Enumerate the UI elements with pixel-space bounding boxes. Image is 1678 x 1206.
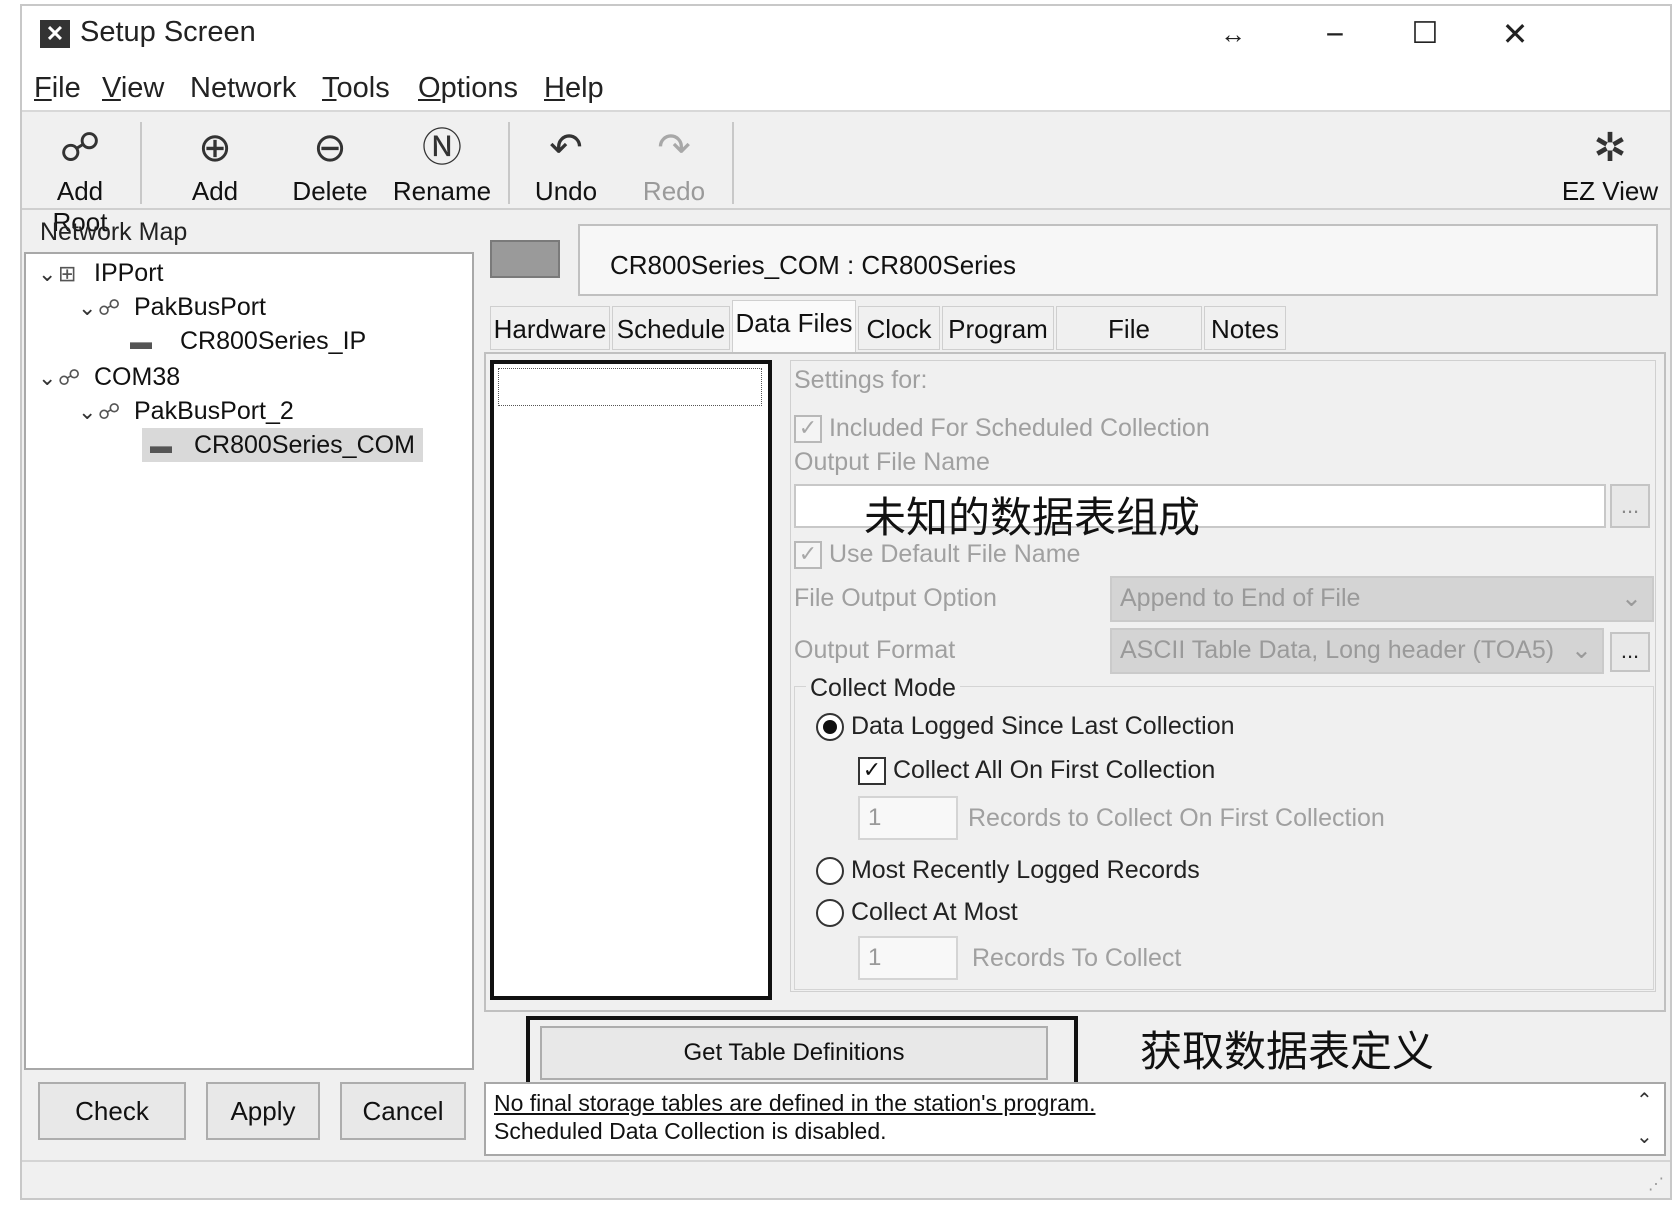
radio-most-recent-row[interactable]: Most Recently Logged Records (816, 856, 1200, 886)
radio-since-last-row[interactable]: Data Logged Since Last Collection (816, 712, 1235, 742)
status-bar (22, 1160, 1670, 1198)
output-file-name-label: Output File Name (794, 448, 990, 476)
use-default-checkbox-row[interactable]: ✓ Use Default File Name (794, 540, 1081, 570)
add-root-button[interactable]: ☍ Add Root (28, 118, 132, 237)
ez-view-button[interactable]: ✲ EZ View (1560, 118, 1660, 208)
apply-button[interactable]: Apply (206, 1082, 320, 1140)
toolbar-separator (508, 122, 510, 204)
com-port-icon: ☍ (58, 365, 81, 390)
chevron-down-icon[interactable]: ⌄ (38, 257, 58, 291)
resize-grip-icon[interactable]: ⋰ (1648, 1174, 1664, 1194)
resize-icon[interactable]: ↔ (1198, 10, 1268, 58)
annotation-unknown-tables: 未知的数据表组成 (864, 493, 1201, 542)
menu-help[interactable]: Help (544, 72, 604, 105)
delete-station-icon: ⊖ (313, 126, 347, 170)
status-line-2: Scheduled Data Collection is disabled. (494, 1118, 887, 1144)
data-table-list[interactable] (490, 360, 772, 1000)
menu-network[interactable]: Network (190, 72, 296, 105)
ez-view-icon: ✲ (1593, 126, 1627, 170)
rename-station-icon: Ⓝ (422, 126, 462, 170)
datalogger-icon: ▬ (150, 433, 172, 458)
output-file-browse-button[interactable]: ... (1610, 484, 1650, 528)
tab-notes[interactable]: Notes (1204, 306, 1286, 350)
tree-node-pakbusport-2[interactable]: ⌄☍ PakBusPort_2 (78, 394, 294, 428)
records-input[interactable]: 1 (858, 936, 958, 980)
delete-button[interactable]: ⊖ Delete (280, 118, 380, 208)
tab-file-retrieval[interactable]: File Retrieval (1056, 306, 1202, 388)
pakbus-port-icon: ☍ (98, 295, 121, 320)
settings-for-label: Settings for: (794, 366, 928, 394)
redo-icon: ↷ (657, 126, 691, 170)
add-button[interactable]: ⊕ Add (170, 118, 260, 208)
redo-button[interactable]: ↷ Redo (628, 118, 720, 208)
records-first-label: Records to Collect On First Collection (968, 804, 1385, 832)
toolbar-separator (140, 122, 142, 204)
menu-file[interactable]: File (34, 72, 81, 105)
collect-mode-label: Collect Mode (806, 674, 960, 703)
radio-most-recent[interactable] (816, 857, 844, 886)
chevron-down-icon: ⌄ (1571, 636, 1592, 664)
collect-all-first-row[interactable]: ✓ Collect All On First Collection (858, 756, 1215, 786)
records-label: Records To Collect (972, 944, 1182, 972)
radio-at-most[interactable] (816, 899, 844, 928)
ipport-icon: ⊞ (58, 261, 77, 286)
station-image (490, 240, 560, 278)
toolbar (22, 114, 1670, 210)
tree-node-com38[interactable]: ⌄☍ COM38 (38, 360, 180, 394)
menu-view[interactable]: View (102, 72, 164, 105)
undo-button[interactable]: ↶ Undo (520, 118, 612, 208)
minimize-button[interactable]: − (1300, 10, 1370, 58)
chevron-down-icon: ⌄ (1621, 584, 1642, 612)
scroll-up-icon[interactable]: ⌃ (1636, 1088, 1653, 1113)
tree-node-cr800-ip[interactable]: ▬ CR800Series_IP (130, 324, 366, 358)
rename-button[interactable]: Ⓝ Rename (386, 118, 498, 208)
cancel-button[interactable]: Cancel (340, 1082, 466, 1140)
list-focus-rect (498, 368, 762, 406)
output-format-options-button[interactable]: ... (1610, 632, 1650, 672)
maximize-button[interactable]: ☐ (1390, 10, 1460, 58)
use-default-label: Use Default File Name (828, 540, 1081, 568)
chevron-down-icon[interactable]: ⌄ (78, 291, 98, 325)
undo-icon: ↶ (549, 126, 583, 170)
use-default-checkbox[interactable]: ✓ (794, 541, 822, 570)
included-checkbox[interactable]: ✓ (794, 415, 822, 444)
tab-clock[interactable]: Clock (858, 306, 940, 350)
get-table-definitions-button[interactable]: Get Table Definitions (540, 1026, 1048, 1080)
tab-hardware[interactable]: Hardware (490, 306, 610, 350)
add-station-icon: ⊕ (198, 126, 232, 170)
file-output-option-select[interactable]: Append to End of File ⌄ (1110, 576, 1654, 622)
add-root-icon: ☍ (59, 126, 101, 170)
radio-at-most-row[interactable]: Collect At Most (816, 898, 1018, 928)
window-title: Setup Screen (80, 16, 256, 48)
status-line-1[interactable]: No final storage tables are defined in t… (494, 1090, 1095, 1117)
chevron-down-icon[interactable]: ⌄ (38, 361, 58, 395)
pakbus-port-icon: ☍ (98, 399, 121, 424)
menu-tools[interactable]: Tools (322, 72, 390, 105)
tree-node-pakbusport[interactable]: ⌄☍ PakBusPort (78, 290, 266, 324)
tree-node-cr800-com[interactable]: ▬ CR800Series_COM (142, 428, 423, 462)
network-map-label: Network Map (40, 218, 188, 246)
toolbar-separator (732, 122, 734, 204)
menu-options[interactable]: Options (418, 72, 518, 105)
file-output-option-label: File Output Option (794, 584, 997, 612)
check-button[interactable]: Check (38, 1082, 186, 1140)
output-format-label: Output Format (794, 636, 956, 664)
datalogger-icon: ▬ (130, 329, 152, 354)
chevron-down-icon[interactable]: ⌄ (78, 395, 98, 429)
radio-since-last[interactable] (816, 713, 844, 742)
annotation-get-definitions: 获取数据表定义 (1140, 1027, 1435, 1076)
included-label: Included For Scheduled Collection (828, 414, 1210, 442)
station-header-text: CR800Series_COM : CR800Series (610, 250, 1017, 280)
collect-all-first-checkbox[interactable]: ✓ (858, 757, 886, 786)
output-format-select[interactable]: ASCII Table Data, Long header (TOA5) ⌄ (1110, 628, 1604, 674)
scroll-down-icon[interactable]: ⌄ (1636, 1124, 1653, 1149)
records-first-input[interactable]: 1 (858, 796, 958, 840)
tab-program[interactable]: Program (942, 306, 1054, 350)
tree-node-ipport[interactable]: ⌄⊞ IPPort (38, 256, 163, 290)
app-icon: ✕ (40, 20, 70, 48)
close-button[interactable]: ✕ (1480, 10, 1550, 58)
tab-schedule[interactable]: Schedule (612, 306, 730, 350)
included-checkbox-row[interactable]: ✓ Included For Scheduled Collection (794, 414, 1210, 444)
tab-data-files[interactable]: Data Files (732, 300, 856, 352)
